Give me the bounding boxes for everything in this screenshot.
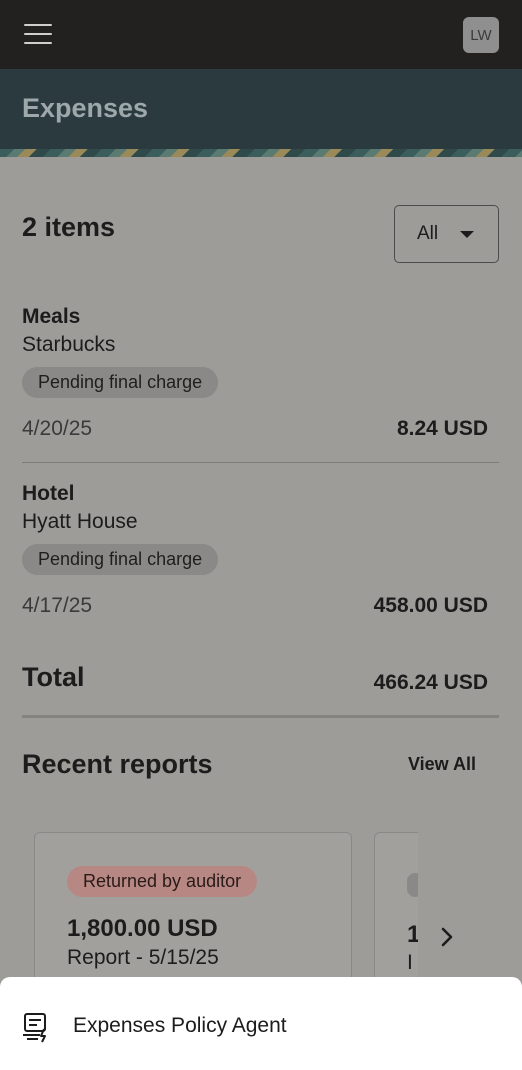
filter-dropdown[interactable]: All <box>394 205 499 263</box>
recent-reports-heading: Recent reports <box>22 749 213 779</box>
items-count-heading: 2 items <box>22 212 116 242</box>
expense-amount: 458.00 USD <box>373 594 488 617</box>
report-name: I <box>407 951 413 974</box>
total-amount: 466.24 USD <box>373 671 488 694</box>
main-content: 2 items All Meals Starbucks Pending fina… <box>0 157 522 1002</box>
bottom-sheet: Expenses Policy Agent <box>0 977 522 1070</box>
filter-value: All <box>417 223 439 244</box>
expense-status-badge: Pending final charge <box>22 544 219 575</box>
page-title: Expenses <box>22 93 149 123</box>
decorative-banner <box>0 149 522 157</box>
user-avatar[interactable]: LW <box>463 17 499 53</box>
expense-date: 4/20/25 <box>22 417 93 440</box>
page-header: Expenses <box>0 69 522 149</box>
report-amount: 1 <box>407 921 418 949</box>
agent-label[interactable]: Expenses Policy Agent <box>73 1014 287 1038</box>
section-divider <box>22 715 499 718</box>
expense-date: 4/17/25 <box>22 594 93 617</box>
hamburger-menu-icon[interactable] <box>24 24 52 46</box>
expense-amount: 8.24 USD <box>396 417 488 440</box>
expense-item[interactable]: Meals Starbucks Pending final charge 4/2… <box>22 305 499 445</box>
report-name: Report - 5/15/25 <box>67 946 219 969</box>
policy-agent-icon[interactable] <box>20 1011 52 1043</box>
total-label: Total <box>22 662 85 692</box>
top-app-bar: LW <box>0 0 522 69</box>
divider <box>22 462 499 463</box>
expense-item[interactable]: Hotel Hyatt House Pending final charge 4… <box>22 482 499 622</box>
report-status-badge: Returned by auditor <box>67 866 258 897</box>
expense-category: Meals <box>22 305 81 328</box>
expense-status-badge: Pending final charge <box>22 367 219 398</box>
report-amount: 1,800.00 USD <box>67 915 218 942</box>
view-all-link[interactable]: View All <box>408 754 476 775</box>
report-status-badge <box>407 873 418 897</box>
expense-merchant: Starbucks <box>22 333 116 356</box>
chevron-right-icon[interactable] <box>434 919 460 955</box>
caret-down-icon <box>460 231 474 238</box>
expense-merchant: Hyatt House <box>22 510 138 533</box>
expense-category: Hotel <box>22 482 75 505</box>
